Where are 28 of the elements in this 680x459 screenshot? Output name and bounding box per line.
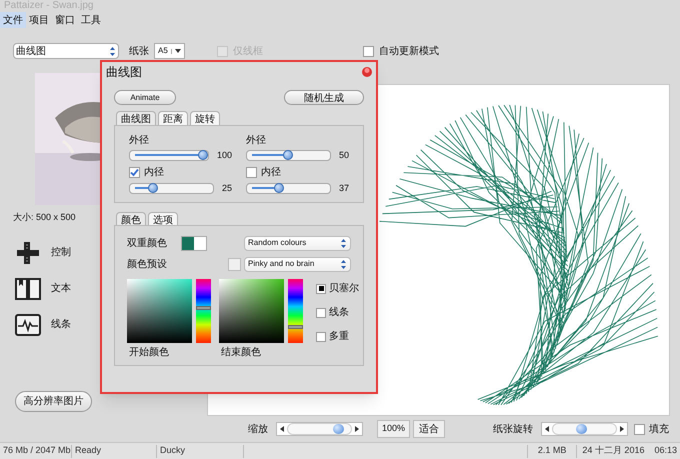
mode-label: 多重 — [329, 330, 349, 344]
slider-label: 内径 — [261, 166, 281, 180]
status-text: 24 十二月 2016 — [582, 444, 644, 458]
slider-value: 100 — [216, 149, 232, 162]
dialog-title: 曲线图 — [106, 64, 142, 81]
status-text: Ducky — [160, 444, 185, 458]
slider-label: 外径 — [129, 134, 149, 148]
picker-label: 开始颜色 — [128, 346, 170, 360]
slider-value: 25 — [222, 182, 232, 194]
paper-label: 纸张 — [129, 44, 149, 58]
status-text: 2.1 MB — [538, 444, 566, 458]
image-size-label: 大小: 500 x 500 — [13, 211, 76, 224]
rotate-label: 纸张旋转 — [493, 422, 534, 436]
mode-label: 贝塞尔 — [329, 282, 359, 296]
slider-label: 外径 — [246, 134, 266, 148]
dual-color-label: 双重颜色 — [127, 236, 168, 250]
option-label: 自动更新模式 — [378, 44, 439, 58]
status-text: 76 Mb / 2047 Mb — [3, 444, 71, 458]
mode-label: 线条 — [329, 306, 349, 320]
zoom-label: 缩放 — [248, 422, 268, 436]
status-text: Ready — [75, 444, 102, 458]
preset-label: 颜色预设 — [127, 258, 167, 272]
slider-label: 内径 — [144, 166, 164, 180]
slider-value: 37 — [338, 182, 349, 194]
picker-label: 结束颜色 — [220, 346, 262, 360]
fill-label: 填充 — [649, 422, 670, 436]
status-text: 06:13 — [654, 444, 677, 458]
slider-value: 50 — [338, 149, 349, 162]
